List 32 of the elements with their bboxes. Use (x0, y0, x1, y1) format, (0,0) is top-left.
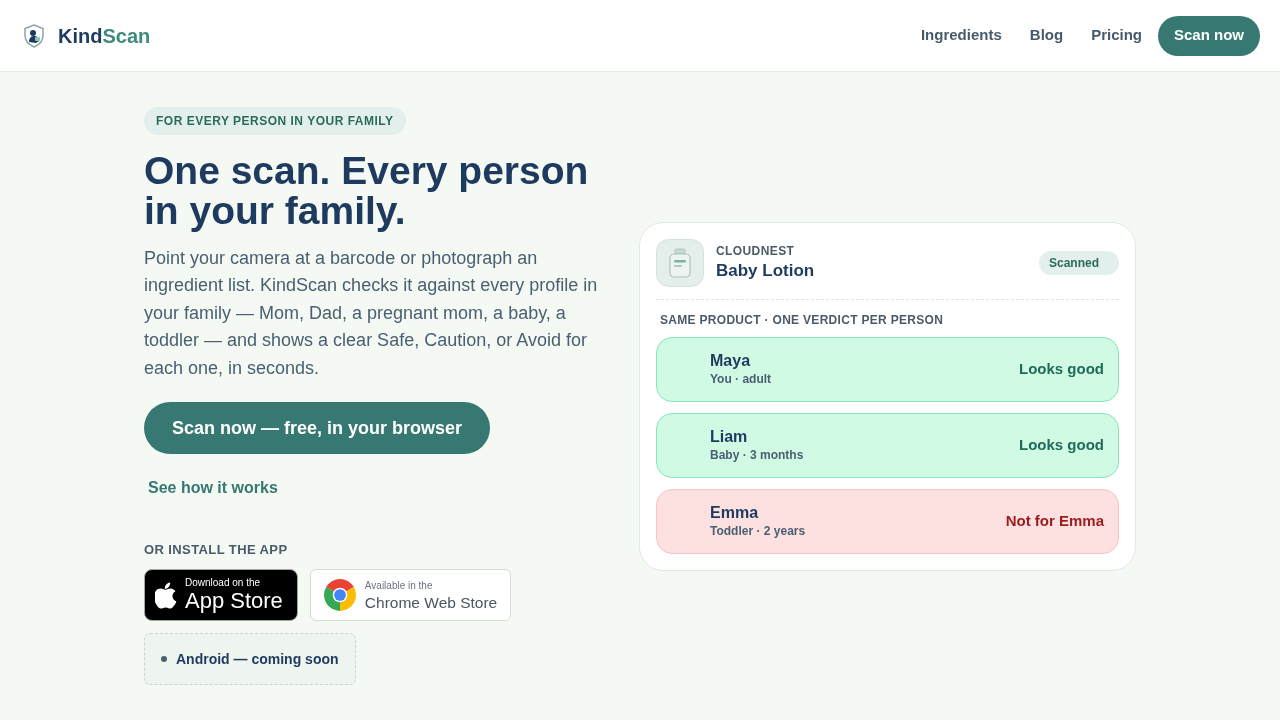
see-how-link[interactable]: See how it works (148, 476, 278, 501)
bullet-dot-icon (161, 656, 167, 663)
person-name: Emma (710, 503, 760, 523)
shield-logo-icon (24, 23, 44, 48)
brand-name: KindScan (58, 25, 151, 46)
product-name: Baby Lotion (716, 259, 815, 282)
bottle-icon (656, 238, 704, 287)
circle-logo-icon (323, 579, 356, 612)
apple-icon (155, 581, 177, 609)
verdict-caption: SAME PRODUCT · ONE VERDICT PER PERSON (659, 311, 945, 328)
install-heading: OR INSTALL THE APP (144, 542, 288, 559)
person-detail: You · adult (710, 371, 772, 387)
android-note: Android — coming soon (176, 649, 339, 669)
nav-link[interactable]: Ingredients (920, 24, 1002, 47)
nav-link[interactable]: Pricing (1091, 24, 1142, 47)
person-detail: Toddler · 2 years (710, 523, 806, 539)
nav-link[interactable]: Blog (1029, 24, 1064, 47)
person-name: Liam (710, 427, 749, 447)
verdict-label: Looks good (1019, 358, 1104, 379)
scan-now-button[interactable]: Scan now (1158, 15, 1260, 56)
primary-scan-button[interactable]: Scan now — free, in your browser (144, 402, 491, 455)
scanned-status: Scanned (1039, 250, 1119, 275)
verdict-label: Not for Emma (1005, 510, 1104, 531)
eyebrow-pill: FOR EVERY PERSON IN YOUR FAMILY (144, 106, 406, 135)
person-detail: Baby · 3 months (710, 447, 804, 463)
product-brand: CLOUDNEST (716, 242, 796, 259)
app-store-badge[interactable]: Download on the App Store (144, 569, 298, 622)
verdict-label: Looks good (1019, 434, 1104, 455)
web-store-badge[interactable]: Available in the Chrome Web Store (309, 569, 512, 622)
hero-title: One scan. Every person in your family. (144, 150, 590, 231)
hero-description: Point your camera at a barcode or photograph an ingredient list. KindScan checks it against every profile in your family — Mom, Dad, a pregnant mom, a baby, a toddler — and shows a clear Safe, Caution, or Avoid for each one, in seconds. (144, 246, 599, 380)
person-name: Maya (710, 351, 752, 371)
